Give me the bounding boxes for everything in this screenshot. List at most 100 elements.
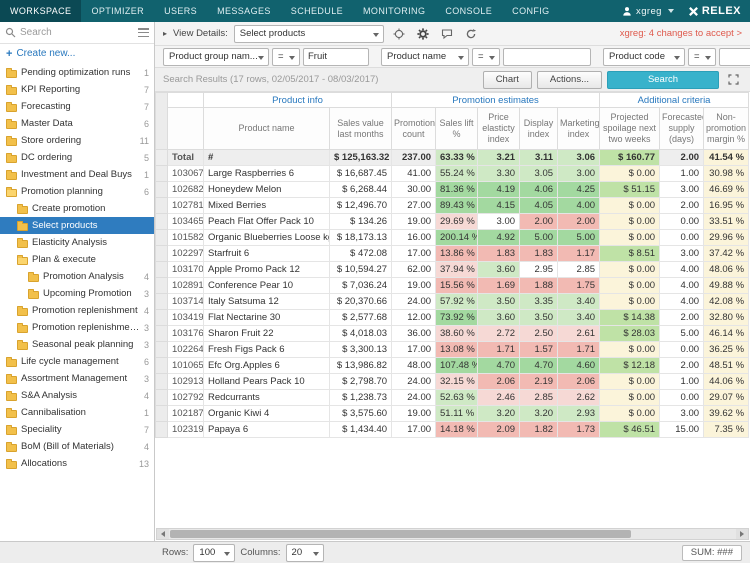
cell-sales[interactable]: $ 16,687.45	[330, 166, 392, 182]
scroll-right-button[interactable]	[736, 529, 748, 539]
cell-sales[interactable]: $ 2,798.70	[330, 374, 392, 390]
cell-count[interactable]: 62.00	[392, 262, 436, 278]
cell-code[interactable]: 102187	[168, 406, 204, 422]
cell-lift[interactable]: 81.36 %	[436, 182, 478, 198]
cell-margin[interactable]: 7.35 %	[704, 422, 749, 438]
cell-lift[interactable]: 13.08 %	[436, 342, 478, 358]
filter-field-select-3[interactable]: Product code	[603, 48, 685, 66]
cell-sales[interactable]: $ 472.08	[330, 246, 392, 262]
cell-count[interactable]: 41.00	[392, 166, 436, 182]
filter-value-input-3[interactable]	[719, 48, 750, 66]
sidebar-item[interactable]: Elasticity Analysis	[0, 234, 154, 251]
scroll-left-button[interactable]	[157, 529, 169, 539]
cell-margin[interactable]: 44.06 %	[704, 374, 749, 390]
cell-marketing[interactable]: 4.00	[558, 198, 600, 214]
cell-count[interactable]: 12.00	[392, 310, 436, 326]
cell-supply[interactable]: 0.00	[660, 342, 704, 358]
cell-marketing[interactable]: 1.75	[558, 278, 600, 294]
cell-sales[interactable]: $ 13,986.82	[330, 358, 392, 374]
table-row[interactable]: 103465Peach Flat Offer Pack 10$ 134.2619…	[156, 214, 749, 230]
cell-marketing[interactable]: 1.73	[558, 422, 600, 438]
table-row[interactable]: 101582Organic Blueberries Loose kg$ 18,1…	[156, 230, 749, 246]
cell-supply[interactable]: 5.00	[660, 326, 704, 342]
column-header-spoilage[interactable]: Projected spoilage next two weeks	[600, 108, 660, 150]
chart-button[interactable]: Chart	[483, 71, 532, 89]
filter-field-select-2[interactable]: Product name	[381, 48, 469, 66]
column-header-lift[interactable]: Sales lift %	[436, 108, 478, 150]
cell-code[interactable]: 102913	[168, 374, 204, 390]
column-header-marketing[interactable]: Marketing index	[558, 108, 600, 150]
nav-item-messages[interactable]: MESSAGES	[207, 0, 281, 22]
cell-supply[interactable]: 3.00	[660, 406, 704, 422]
cell-elast[interactable]: 1.71	[478, 342, 520, 358]
table-row[interactable]: 102781Mixed Berries$ 12,496.7027.0089.43…	[156, 198, 749, 214]
cell-name[interactable]: Apple Promo Pack 12	[204, 262, 330, 278]
scope-icon[interactable]	[390, 25, 408, 43]
filter-value-input-2[interactable]	[503, 48, 591, 66]
cell-code[interactable]: 103465	[168, 214, 204, 230]
cell-lift[interactable]: 200.14 %	[436, 230, 478, 246]
cell-code[interactable]: 102682	[168, 182, 204, 198]
cell-margin[interactable]: 36.25 %	[704, 342, 749, 358]
cell-supply[interactable]: 4.00	[660, 294, 704, 310]
cell-supply[interactable]: 3.00	[660, 246, 704, 262]
cell-display[interactable]: 2.00	[520, 214, 558, 230]
table-row[interactable]: 102682Honeydew Melon$ 6,268.4430.0081.36…	[156, 182, 749, 198]
search-input[interactable]	[20, 27, 134, 38]
sidebar-item[interactable]: Promotion Analysis4	[0, 268, 154, 285]
cell-margin[interactable]: 32.80 %	[704, 310, 749, 326]
cell-display[interactable]: 2.50	[520, 326, 558, 342]
cell-elast[interactable]: 2.09	[478, 422, 520, 438]
cell-name[interactable]: Redcurrants	[204, 390, 330, 406]
cell-spoilage[interactable]: $ 0.00	[600, 214, 660, 230]
cell-code[interactable]: 102891	[168, 278, 204, 294]
cell-supply[interactable]: 15.00	[660, 422, 704, 438]
cell-elast[interactable]: 4.92	[478, 230, 520, 246]
cell-lift[interactable]: 15.56 %	[436, 278, 478, 294]
cell-sales[interactable]: $ 6,268.44	[330, 182, 392, 198]
column-header-elast[interactable]: Price elasticty index	[478, 108, 520, 150]
cell-name[interactable]: Holland Pears Pack 10	[204, 374, 330, 390]
column-header-sales[interactable]: Sales value last months	[330, 108, 392, 150]
column-header-name[interactable]: Product name	[204, 108, 330, 150]
cell-spoilage[interactable]: $ 0.00	[600, 390, 660, 406]
cell-name[interactable]: Honeydew Melon	[204, 182, 330, 198]
cell-lift[interactable]: 89.43 %	[436, 198, 478, 214]
cell-elast[interactable]: 3.20	[478, 406, 520, 422]
cell-margin[interactable]: 48.06 %	[704, 262, 749, 278]
cell-count[interactable]: 16.00	[392, 230, 436, 246]
nav-item-users[interactable]: USERS	[154, 0, 207, 22]
cell-marketing[interactable]: 2.06	[558, 374, 600, 390]
table-row[interactable]: 103170Apple Promo Pack 12$ 10,594.2762.0…	[156, 262, 749, 278]
sidebar-item[interactable]: Seasonal peak planning3	[0, 336, 154, 353]
cell-name[interactable]: Mixed Berries	[204, 198, 330, 214]
gear-icon[interactable]	[414, 25, 432, 43]
cell-marketing[interactable]: 2.93	[558, 406, 600, 422]
cell-spoilage[interactable]: $ 8.51	[600, 246, 660, 262]
cell-marketing[interactable]: 3.40	[558, 294, 600, 310]
cell-name[interactable]: Italy Satsuma 12	[204, 294, 330, 310]
cell-marketing[interactable]: 2.61	[558, 326, 600, 342]
table-row[interactable]: 102297Starfruit 6$ 472.0817.0013.86 %1.8…	[156, 246, 749, 262]
column-header-count[interactable]: Promotion count	[392, 108, 436, 150]
create-new-button[interactable]: + Create new...	[0, 44, 154, 63]
cell-name[interactable]: Starfruit 6	[204, 246, 330, 262]
cell-spoilage[interactable]: $ 0.00	[600, 166, 660, 182]
cell-count[interactable]: 36.00	[392, 326, 436, 342]
cell-code[interactable]: 103419	[168, 310, 204, 326]
sidebar-item[interactable]: Allocations13	[0, 455, 154, 472]
table-row[interactable]: 102264Fresh Figs Pack 6$ 3,300.1317.0013…	[156, 342, 749, 358]
cell-spoilage[interactable]: $ 12.18	[600, 358, 660, 374]
filter-operator-select-2[interactable]: =	[472, 48, 500, 66]
cell-elast[interactable]: 3.50	[478, 294, 520, 310]
cell-name[interactable]: Organic Blueberries Loose kg	[204, 230, 330, 246]
cell-supply[interactable]: 1.00	[660, 374, 704, 390]
nav-item-console[interactable]: CONSOLE	[435, 0, 502, 22]
cell-marketing[interactable]: 4.60	[558, 358, 600, 374]
cell-display[interactable]: 1.88	[520, 278, 558, 294]
sidebar-item[interactable]: Master Data6	[0, 115, 154, 132]
sidebar-item[interactable]: Store ordering11	[0, 132, 154, 149]
cell-display[interactable]: 3.20	[520, 406, 558, 422]
cell-spoilage[interactable]: $ 0.00	[600, 230, 660, 246]
sidebar-item[interactable]: Pending optimization runs1	[0, 64, 154, 81]
